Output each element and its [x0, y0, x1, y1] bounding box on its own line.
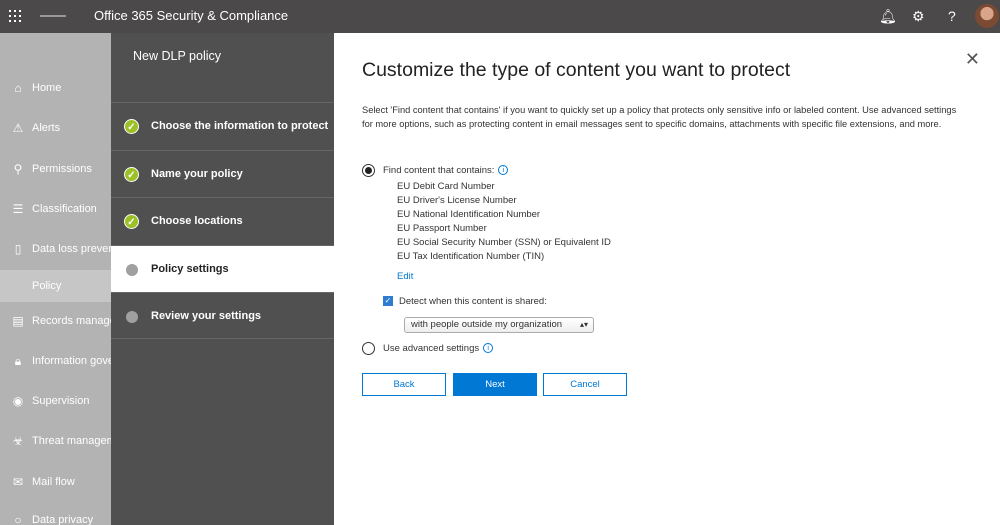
pending-dot-icon	[126, 264, 138, 276]
check-icon: ✓	[124, 214, 139, 229]
wizard-step[interactable]: Review your settings	[111, 292, 334, 339]
wizard-step-current[interactable]: Policy settings	[111, 245, 334, 292]
intro-text: Select 'Find content that contains' if y…	[362, 105, 957, 129]
eye-icon: ◉	[12, 394, 24, 408]
nav-item-information-governance[interactable]: 🔒︎Information governance	[0, 350, 111, 372]
biohazard-icon: ☣	[12, 434, 24, 448]
nav-item-data-loss-prevention[interactable]: ▯Data loss prevention	[0, 238, 111, 260]
page-title: Customize the type of content you want t…	[362, 59, 791, 81]
nav-item-classification[interactable]: ☰ Classification	[0, 198, 111, 220]
list-item: EU Driver's License Number	[397, 195, 517, 206]
back-button[interactable]: Back	[362, 373, 446, 396]
wizard-step[interactable]: ✓ Choose locations	[111, 197, 334, 244]
list-item: EU National Identification Number	[397, 209, 541, 220]
info-icon[interactable]: i	[483, 343, 494, 354]
classification-icon: ☰	[12, 202, 24, 216]
wizard-title: New DLP policy	[133, 49, 222, 63]
wizard-step[interactable]: ✓ Name your policy	[111, 150, 334, 197]
nav-item-threat-management[interactable]: ☣Threat management	[0, 430, 111, 452]
find-content-label: Find content that contains: i	[383, 165, 509, 176]
nav-item-mail-flow[interactable]: ✉ Mail flow	[0, 471, 111, 493]
nav-item-supervision[interactable]: ◉ Supervision	[0, 390, 111, 412]
info-icon[interactable]: i	[498, 165, 509, 176]
mail-icon: ✉	[12, 475, 24, 489]
top-bar: Office 365 Security & Compliance 🔔︎ ⚙ ?	[0, 0, 1000, 33]
main-panel: ✕ Customize the type of content you want…	[334, 33, 1000, 525]
detect-shared-label: Detect when this content is shared:	[399, 296, 547, 307]
cancel-button[interactable]: Cancel	[543, 373, 627, 396]
alert-icon: ⚠	[12, 121, 24, 135]
advanced-settings-label: Use advanced settings i	[383, 343, 494, 354]
home-icon: ⌂	[14, 81, 22, 95]
updown-arrow-icon: ▴▾	[579, 320, 588, 329]
lock-document-icon: ▯	[14, 242, 22, 256]
detect-shared-checkbox[interactable]: ✓	[383, 296, 393, 306]
nav-item-records-management[interactable]: ▤Records management	[0, 310, 111, 332]
org-logo	[40, 15, 66, 17]
wizard-steps-panel: New DLP policy ✓ Choose the information t…	[111, 33, 334, 525]
list-item: EU Tax Identification Number (TIN)	[397, 251, 545, 262]
nav-item-policy[interactable]: Policy	[0, 270, 111, 302]
list-item: EU Passport Number	[397, 223, 487, 234]
help-icon[interactable]: ?	[948, 8, 956, 24]
find-content-radio[interactable]	[362, 164, 375, 177]
bell-icon[interactable]: 🔔︎	[879, 8, 897, 25]
sensitive-types-list: EU Debit Card Number EU Driver's License…	[397, 180, 611, 264]
avatar[interactable]	[975, 4, 999, 28]
advanced-settings-radio[interactable]	[362, 342, 375, 355]
gear-icon[interactable]: ⚙	[912, 8, 925, 25]
share-scope-value: with people outside my organization	[411, 319, 563, 330]
nav-item-alerts[interactable]: ⚠ Alerts	[0, 117, 111, 139]
share-scope-select[interactable]: with people outside my organization ▴▾	[404, 317, 594, 333]
list-item: EU Debit Card Number	[397, 181, 495, 192]
privacy-icon: ○	[14, 513, 22, 525]
permissions-icon: ⚲	[13, 162, 23, 176]
check-icon: ✓	[124, 167, 139, 182]
next-button[interactable]: Next	[453, 373, 537, 396]
edit-link[interactable]: Edit	[397, 271, 413, 282]
nav-item-permissions[interactable]: ⚲ Permissions	[0, 158, 111, 180]
close-icon[interactable]: ✕	[965, 49, 980, 70]
app-title: Office 365 Security & Compliance	[94, 8, 289, 23]
left-nav: ⌂ Home ⚠ Alerts ⚲ Permissions ☰ Classificati…	[0, 33, 111, 525]
nav-item-data-privacy[interactable]: ○ Data privacy	[0, 509, 111, 525]
pending-dot-icon	[126, 311, 138, 323]
app-launcher-icon[interactable]	[9, 10, 21, 22]
wizard-step[interactable]: ✓ Choose the information to protect	[111, 102, 334, 149]
records-icon: ▤	[12, 314, 24, 328]
list-item: EU Social Security Number (SSN) or Equiv…	[397, 237, 611, 248]
check-icon: ✓	[124, 119, 139, 134]
lock-icon: 🔒︎	[14, 354, 22, 368]
nav-item-home[interactable]: ⌂ Home	[0, 77, 111, 99]
